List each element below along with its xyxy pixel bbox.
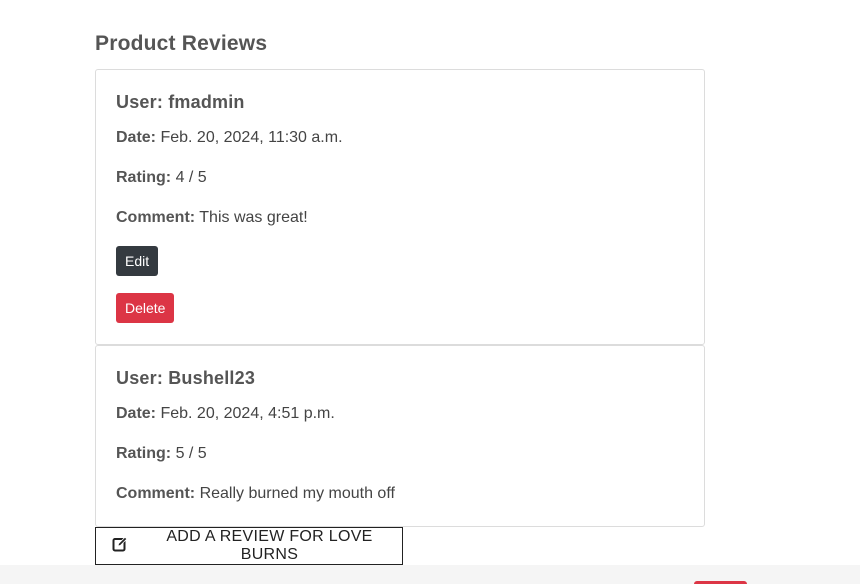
edit-review-button[interactable]: Edit: [116, 246, 159, 276]
section-title: Product Reviews: [95, 32, 268, 55]
rating-label: Rating:: [116, 445, 172, 462]
delete-review-button[interactable]: Delete: [116, 293, 175, 323]
review-rating: Rating: 4 / 5: [116, 169, 207, 187]
rating-label: Rating:: [116, 169, 172, 186]
date-value: Feb. 20, 2024, 11:30 a.m.: [160, 129, 343, 146]
date-label: Date:: [116, 129, 157, 146]
review-card: User: Bushell23 Date: Feb. 20, 2024, 4:5…: [95, 345, 705, 527]
footer-strip: [0, 565, 860, 584]
review-card: User: fmadmin Date: Feb. 20, 2024, 11:30…: [95, 69, 705, 345]
review-user: User: fmadmin: [116, 92, 245, 112]
date-label: Date:: [116, 405, 157, 422]
review-user: User: Bushell23: [116, 368, 256, 388]
rating-value: 4 / 5: [175, 169, 207, 186]
date-value: Feb. 20, 2024, 4:51 p.m.: [160, 405, 335, 422]
edit-icon: [112, 536, 128, 557]
comment-value: Really burned my mouth off: [199, 485, 395, 502]
add-review-label: ADD A REVIEW FOR LOVE BURNS: [166, 528, 373, 563]
add-review-button[interactable]: ADD A REVIEW FOR LOVE BURNS: [95, 527, 403, 565]
review-comment: Comment: Really burned my mouth off: [116, 485, 395, 503]
review-comment: Comment: This was great!: [116, 209, 308, 227]
rating-value: 5 / 5: [175, 445, 207, 462]
review-date: Date: Feb. 20, 2024, 4:51 p.m.: [116, 405, 335, 423]
reviews-page: Product Reviews User: fmadmin Date: Feb.…: [0, 0, 860, 584]
comment-label: Comment:: [116, 485, 196, 502]
comment-value: This was great!: [199, 209, 308, 226]
review-date: Date: Feb. 20, 2024, 11:30 a.m.: [116, 129, 343, 147]
comment-label: Comment:: [116, 209, 196, 226]
review-rating: Rating: 5 / 5: [116, 445, 207, 463]
